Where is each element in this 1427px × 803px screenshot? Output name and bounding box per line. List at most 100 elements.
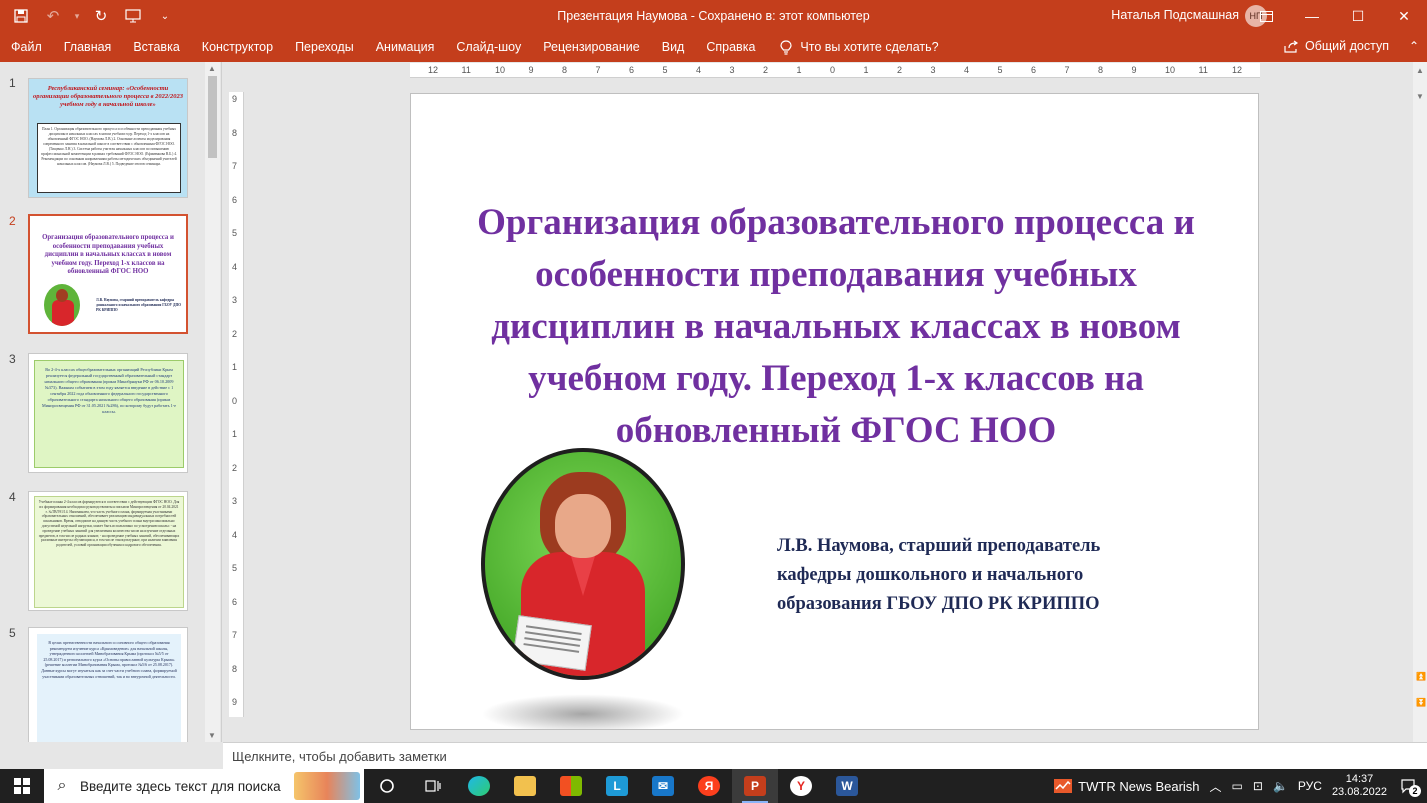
- edge-icon[interactable]: [456, 769, 502, 803]
- ribbon-display-options-icon[interactable]: [1243, 0, 1289, 32]
- thumbnail-caption: Л.В. Наумова, старший преподаватель кафе…: [96, 298, 182, 312]
- battery-icon[interactable]: ▭: [1232, 779, 1243, 793]
- customize-toolbar-icon[interactable]: ⌄: [152, 3, 178, 29]
- tab-transitions[interactable]: Переходы: [284, 32, 365, 62]
- portrait-shadow: [481, 694, 685, 729]
- author-caption[interactable]: Л.В. Наумова, старший преподаватель кафе…: [777, 532, 1177, 619]
- present-from-start-icon[interactable]: [120, 3, 146, 29]
- tab-file[interactable]: Файл: [0, 32, 53, 62]
- user-name[interactable]: Наталья Подсмашная: [1111, 8, 1239, 22]
- ruler-tick: 3: [232, 496, 238, 506]
- ruler-tick: 7: [1064, 65, 1070, 75]
- editor-scrollbar[interactable]: ▲ ▼ ⏫ ⏬: [1413, 62, 1427, 742]
- ruler-tick: 7: [232, 161, 238, 171]
- thumbnail-title: Организация образовательного процесса и …: [42, 234, 174, 275]
- notifications-icon[interactable]: 2: [1397, 775, 1421, 797]
- cortana-icon[interactable]: [364, 769, 410, 803]
- notes-spacer: [0, 742, 223, 769]
- clock[interactable]: 14:37 23.08.2022: [1332, 773, 1387, 799]
- slide-title[interactable]: Организация образовательного процесса и …: [441, 197, 1231, 457]
- tell-me-search[interactable]: Что вы хотите сделать?: [766, 39, 939, 55]
- lingvo-icon[interactable]: L: [594, 769, 640, 803]
- ruler-tick: 1: [232, 429, 238, 439]
- ruler-tick: 1: [863, 65, 869, 75]
- ruler-tick: 9: [528, 65, 534, 75]
- ruler-tick: 8: [232, 127, 238, 138]
- tab-slide-show[interactable]: Слайд-шоу: [445, 32, 532, 62]
- ruler-tick: 9: [232, 94, 238, 104]
- previous-slide-icon[interactable]: ⏫: [1416, 672, 1426, 681]
- ruler-tick: 2: [232, 462, 238, 473]
- slide-thumbnail-3[interactable]: Во 2-4-х классах общеобразовательных орг…: [28, 353, 188, 473]
- scroll-down-icon[interactable]: ▼: [208, 731, 216, 740]
- network-icon[interactable]: ⊡: [1253, 779, 1263, 793]
- slide-thumbnail-2[interactable]: Организация образовательного процесса и …: [28, 214, 188, 334]
- collapse-ribbon-icon[interactable]: ⌃: [1409, 39, 1419, 53]
- tab-insert[interactable]: Вставка: [122, 32, 190, 62]
- tab-design[interactable]: Конструктор: [191, 32, 284, 62]
- ruler-tick: 9: [1131, 65, 1137, 75]
- language-indicator[interactable]: РУС: [1298, 779, 1322, 793]
- mail-icon[interactable]: ✉: [640, 769, 686, 803]
- ruler-tick: 1: [232, 362, 238, 372]
- thumbnail-body: В целях преемственности начального и осн…: [37, 634, 181, 742]
- author-portrait[interactable]: [481, 448, 685, 680]
- slide-number: 2: [9, 214, 16, 228]
- scroll-up-icon[interactable]: ▲: [1416, 66, 1424, 75]
- close-button[interactable]: ✕: [1381, 0, 1427, 32]
- minimize-button[interactable]: —: [1289, 0, 1335, 32]
- search-highlight-image: [294, 772, 360, 800]
- start-button[interactable]: [0, 769, 44, 803]
- yandex-icon[interactable]: Я: [686, 769, 732, 803]
- ruler-tick: 4: [696, 65, 702, 75]
- volume-icon[interactable]: 🔈: [1273, 779, 1288, 793]
- slide-thumbnail-1[interactable]: Республиканский семинар: «Особенности ор…: [28, 78, 188, 198]
- search-icon: ⌕: [57, 777, 67, 794]
- ribbon-tabs: Файл Главная Вставка Конструктор Переход…: [0, 32, 1427, 62]
- tab-review[interactable]: Рецензирование: [532, 32, 651, 62]
- ruler-tick: 8: [562, 65, 568, 75]
- scroll-thumb[interactable]: [208, 76, 217, 158]
- task-view-icon[interactable]: [410, 769, 456, 803]
- tab-home[interactable]: Главная: [53, 32, 123, 62]
- store-icon[interactable]: [548, 769, 594, 803]
- ruler-tick: 0: [232, 395, 238, 406]
- thumbnails-scrollbar[interactable]: ▲ ▼: [205, 62, 220, 742]
- notes-pane[interactable]: Щелкните, чтобы добавить заметки: [223, 742, 1427, 769]
- undo-icon[interactable]: ↶: [40, 3, 66, 29]
- powerpoint-icon[interactable]: P: [732, 769, 778, 803]
- save-icon[interactable]: [8, 3, 34, 29]
- taskbar-search[interactable]: ⌕ Введите здесь текст для поиска: [44, 769, 364, 803]
- ruler-tick: 2: [232, 328, 238, 339]
- ruler-tick: 6: [629, 65, 635, 75]
- ruler-tick: 9: [232, 697, 238, 707]
- ruler-tick: 3: [729, 65, 735, 75]
- thumbnail-title: Республиканский семинар: «Особенности ор…: [33, 85, 183, 108]
- title-bar: ↶ ▾ ↻ ⌄ Презентация Наумова - Сохранено …: [0, 0, 1427, 32]
- thumbnail-body: Во 2-4-х классах общеобразовательных орг…: [34, 360, 184, 468]
- undo-dropdown-icon[interactable]: ▾: [72, 3, 82, 29]
- yandex-browser-icon[interactable]: Y: [778, 769, 824, 803]
- current-slide[interactable]: Организация образовательного процесса и …: [410, 93, 1259, 730]
- redo-icon[interactable]: ↻: [88, 3, 114, 29]
- scroll-down-icon[interactable]: ▼: [1416, 92, 1424, 101]
- word-icon[interactable]: W: [824, 769, 870, 803]
- tab-animations[interactable]: Анимация: [365, 32, 446, 62]
- ruler-tick: 6: [232, 596, 238, 607]
- scroll-up-icon[interactable]: ▲: [208, 64, 216, 73]
- thumbnail-body: Учебные планы 2-4 классов формируются в …: [34, 496, 184, 608]
- horizontal-ruler: 12 11 10 9 8 7 6 5 4 3 2 1 0 1 2 3 4 5 6 7 8 9 10 11 12: [410, 63, 1260, 78]
- maximize-button[interactable]: ☐: [1335, 0, 1381, 32]
- slide-thumbnail-4[interactable]: Учебные планы 2-4 классов формируются в …: [28, 491, 188, 611]
- show-hidden-icons-icon[interactable]: ︿: [1210, 778, 1222, 795]
- ruler-tick: 3: [232, 295, 238, 305]
- slide-thumbnail-5[interactable]: В целях преемственности начального и осн…: [28, 627, 188, 742]
- ruler-tick: 5: [997, 65, 1003, 75]
- news-widget[interactable]: TWTR News Bearish: [1054, 779, 1200, 794]
- tab-view[interactable]: Вид: [651, 32, 696, 62]
- file-explorer-icon[interactable]: [502, 769, 548, 803]
- share-button[interactable]: Общий доступ: [1284, 39, 1389, 53]
- tab-help[interactable]: Справка: [695, 32, 766, 62]
- ruler-tick: 3: [930, 65, 936, 75]
- next-slide-icon[interactable]: ⏬: [1416, 698, 1426, 707]
